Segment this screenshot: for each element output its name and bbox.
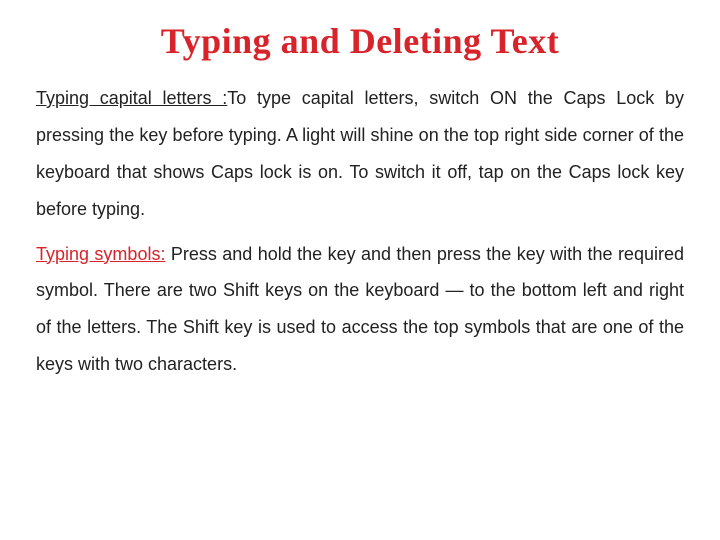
- slide: Typing and Deleting Text Typing capital …: [0, 0, 720, 540]
- lead-typing-symbols: Typing symbols:: [36, 244, 165, 264]
- paragraph-symbols: Typing symbols: Press and hold the key a…: [36, 236, 684, 384]
- slide-body: Typing capital letters :To type capital …: [36, 80, 684, 383]
- slide-title: Typing and Deleting Text: [36, 20, 684, 62]
- lead-typing-capital: Typing capital letters :: [36, 88, 227, 108]
- paragraph-caps-lock: Typing capital letters :To type capital …: [36, 80, 684, 228]
